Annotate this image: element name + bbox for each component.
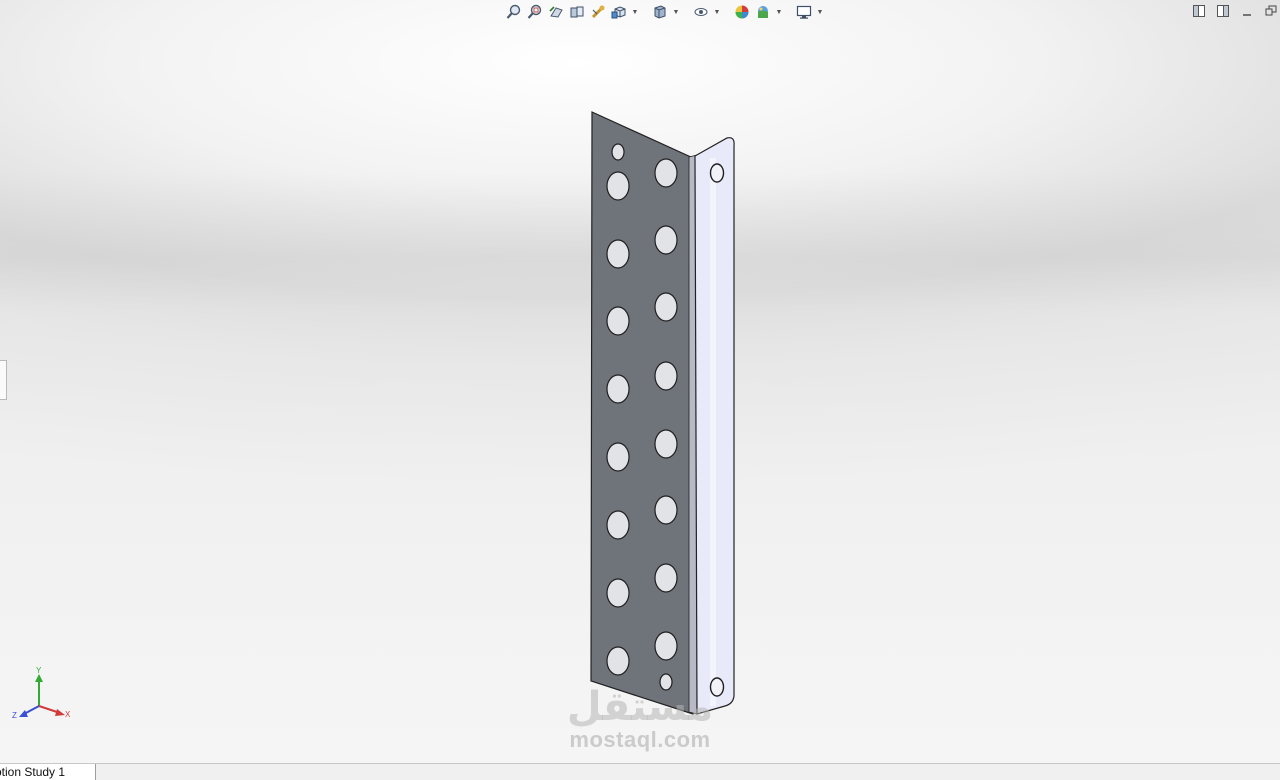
flange-hole — [709, 163, 725, 183]
triad-y-arrow — [35, 674, 43, 682]
face-hole — [606, 171, 630, 201]
display-style-dropdown[interactable]: ▼ — [672, 3, 680, 21]
tile-left-icon[interactable] — [1190, 2, 1208, 20]
face-hole — [606, 239, 630, 269]
apply-scene-dropdown[interactable]: ▼ — [775, 3, 783, 21]
tile-right-icon[interactable] — [1214, 2, 1232, 20]
section-view-icon[interactable] — [568, 3, 586, 21]
face-hole — [654, 225, 678, 255]
edit-appearance-icon[interactable] — [733, 3, 751, 21]
face-hole — [654, 292, 678, 322]
face-hole — [654, 495, 678, 525]
face-hole — [606, 442, 630, 472]
dynamic-annotation-view-icon[interactable] — [589, 3, 607, 21]
face-hole — [606, 510, 630, 540]
bottom-tab-bar: otion Study 1 — [0, 763, 1280, 780]
tab-motion-study[interactable]: otion Study 1 — [0, 764, 96, 780]
face-hole — [654, 631, 678, 661]
face-hole — [654, 563, 678, 593]
previous-view-icon[interactable] — [547, 3, 565, 21]
bracket-main-face — [590, 111, 694, 715]
face-hole — [654, 361, 678, 391]
reference-triad: Y X Z — [8, 664, 78, 729]
triad-z-label: Z — [12, 711, 17, 720]
triad-z-axis — [23, 705, 40, 715]
face-hole — [606, 374, 630, 404]
hide-show-items-dropdown[interactable]: ▼ — [713, 3, 721, 21]
zoom-to-fit-icon[interactable] — [505, 3, 523, 21]
face-hole — [606, 306, 630, 336]
viewport-window-controls — [1190, 2, 1280, 20]
minimize-icon[interactable] — [1238, 2, 1256, 20]
triad-x-label: X — [65, 710, 71, 719]
zoom-to-area-icon[interactable] — [526, 3, 544, 21]
view-orientation-icon[interactable] — [610, 3, 628, 21]
face-hole — [606, 646, 630, 676]
view-orientation-dropdown[interactable]: ▼ — [631, 3, 639, 21]
restore-icon[interactable] — [1262, 2, 1280, 20]
heads-up-view-toolbar: ▼ ▼ ▼ ▼ ▼ — [505, 1, 824, 23]
feature-manager-collapse-tab[interactable] — [0, 360, 7, 400]
display-style-icon[interactable] — [651, 3, 669, 21]
view-settings-icon[interactable] — [795, 3, 813, 21]
view-settings-dropdown[interactable]: ▼ — [816, 3, 824, 21]
perforated-angle-bracket-model[interactable] — [585, 108, 745, 723]
hide-show-items-icon[interactable] — [692, 3, 710, 21]
triad-x-arrow — [55, 709, 65, 716]
watermark-arabic: مستقل — [566, 684, 714, 730]
face-hole — [611, 143, 625, 161]
watermark-latin: mostaql.com — [569, 727, 711, 752]
triad-y-label: Y — [36, 666, 42, 675]
face-hole — [606, 578, 630, 608]
mostaql-watermark: مستقل mostaql.com — [560, 685, 720, 751]
face-hole — [654, 429, 678, 459]
apply-scene-icon[interactable] — [754, 3, 772, 21]
face-hole — [654, 158, 678, 188]
